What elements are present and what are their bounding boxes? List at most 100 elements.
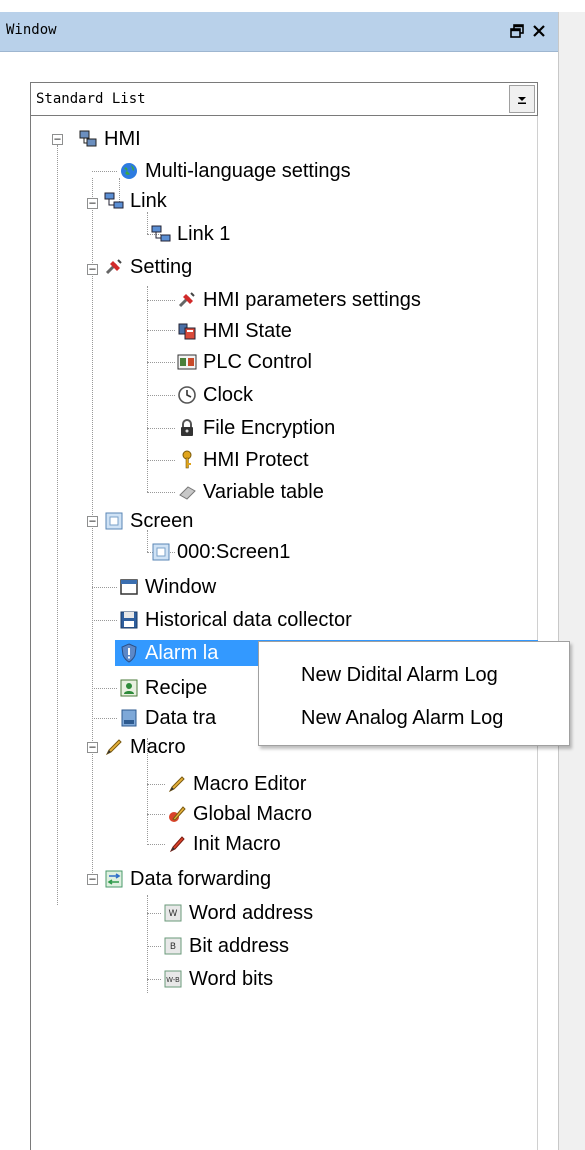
tree-node-bit-address[interactable]: B Bit address: [163, 931, 289, 961]
init-macro-icon: [167, 834, 187, 854]
pencil-icon: [104, 737, 124, 757]
tree-line: [57, 145, 58, 905]
collapse-toggle[interactable]: −: [87, 515, 98, 527]
tree-label: HMI: [104, 127, 141, 150]
key-icon: [177, 450, 197, 470]
window-titlebar: Window: [0, 12, 558, 52]
global-macro-icon: [167, 804, 187, 824]
link-network-icon: [151, 224, 171, 244]
floppy-disk-icon: [119, 610, 139, 630]
tree-node-historical[interactable]: Historical data collector: [119, 605, 352, 635]
window-title: Window: [6, 22, 57, 38]
tree-node-link1[interactable]: Link 1: [151, 219, 230, 249]
recipe-icon: [119, 678, 139, 698]
tree-label: HMI State: [203, 319, 292, 342]
tree-label: Macro: [130, 735, 186, 758]
hmi-network-icon: [78, 129, 98, 149]
tree-label: Variable table: [203, 480, 324, 503]
collapse-toggle[interactable]: −: [87, 197, 98, 209]
restore-window-icon[interactable]: [506, 19, 528, 43]
lock-icon: [177, 418, 197, 438]
hmi-state-icon: [177, 321, 197, 341]
tree-node-data-forwarding[interactable]: Data forwarding: [104, 864, 271, 894]
tree-node-macro-editor[interactable]: Macro Editor: [167, 769, 306, 799]
right-edge-strip: [558, 12, 585, 1150]
tree-node-screen[interactable]: Screen: [104, 506, 193, 536]
tree-line: [147, 814, 165, 815]
tree-label: Link 1: [177, 222, 231, 245]
collapse-toggle[interactable]: −: [52, 133, 63, 145]
chevron-down-icon[interactable]: [509, 85, 535, 113]
tree-node-data-transfer[interactable]: Data tra: [119, 703, 216, 733]
tree-node-init-macro[interactable]: Init Macro: [167, 829, 281, 859]
tree-node-hmi[interactable]: HMI: [78, 124, 141, 154]
tree-node-plc-control[interactable]: PLC Control: [177, 347, 312, 377]
tree-label: PLC Control: [203, 350, 312, 373]
plc-control-icon: [177, 352, 197, 372]
svg-text:W-B: W-B: [166, 976, 180, 984]
collapse-toggle[interactable]: −: [87, 873, 98, 885]
eraser-icon: [177, 482, 197, 502]
tree-node-global-macro[interactable]: Global Macro: [167, 799, 312, 829]
tree-node-window[interactable]: Window: [119, 572, 216, 602]
tree-node-alarm[interactable]: Alarm la: [119, 638, 218, 668]
tree-label: Window: [145, 575, 217, 598]
tree-line: [147, 844, 165, 845]
link-network-icon: [104, 191, 124, 211]
list-type-value: Standard List: [36, 91, 146, 107]
tree-line: [92, 718, 117, 719]
svg-text:W: W: [169, 909, 178, 919]
svg-text:B: B: [170, 942, 176, 952]
list-type-select[interactable]: Standard List: [30, 82, 538, 116]
tree-line: [147, 492, 175, 493]
tree-line: [147, 286, 148, 492]
tree-label: Link: [130, 189, 167, 212]
tree-node-file-encryption[interactable]: File Encryption: [177, 413, 335, 443]
tree-node-hmi-params[interactable]: HMI parameters settings: [177, 285, 421, 315]
tree-label: Screen: [130, 509, 194, 532]
tree-node-multilang[interactable]: Multi-language settings: [119, 156, 351, 186]
menu-item-new-analog-alarm-log[interactable]: New Analog Alarm Log: [301, 707, 503, 730]
tree-label: HMI Protect: [203, 448, 309, 471]
tree-label: Data forwarding: [130, 867, 272, 890]
data-transfer-icon: [119, 708, 139, 728]
tree-label: 000:Screen1: [177, 540, 291, 563]
tree-line: [92, 688, 117, 689]
pencil-icon: [167, 774, 187, 794]
globe-icon: [119, 161, 139, 181]
tree-label: HMI parameters settings: [203, 288, 421, 311]
word-address-icon: W: [163, 903, 183, 923]
tree-label: Setting: [130, 255, 193, 278]
tree-node-screen1[interactable]: 000:Screen1: [151, 537, 290, 567]
tree-line: [147, 946, 161, 947]
tools-icon: [104, 257, 124, 277]
tree-label: Recipe: [145, 676, 208, 699]
tree-node-variable-table[interactable]: Variable table: [177, 477, 324, 507]
tree-label: Global Macro: [193, 802, 312, 825]
tree-node-clock[interactable]: Clock: [177, 380, 253, 410]
tree-node-link[interactable]: Link: [104, 186, 167, 216]
tree-node-word-address[interactable]: W Word address: [163, 898, 313, 928]
tree-label: Alarm la: [145, 641, 219, 664]
tree-line: [147, 362, 175, 363]
window-icon: [119, 577, 139, 597]
data-forwarding-icon: [104, 869, 124, 889]
collapse-toggle[interactable]: −: [87, 741, 98, 753]
tree-node-setting[interactable]: Setting: [104, 252, 192, 282]
tree-node-word-bits[interactable]: W-B Word bits: [163, 964, 273, 994]
word-bits-icon: W-B: [163, 969, 183, 989]
outer-top: [0, 0, 585, 12]
tree-label: Data tra: [145, 706, 217, 729]
tree-node-hmi-protect[interactable]: HMI Protect: [177, 445, 309, 475]
collapse-toggle[interactable]: −: [87, 263, 98, 275]
tree-line: [92, 171, 117, 172]
clock-icon: [177, 385, 197, 405]
tree-line: [147, 300, 175, 301]
tree-node-hmi-state[interactable]: HMI State: [177, 316, 292, 346]
tree-node-recipe[interactable]: Recipe: [119, 673, 207, 703]
tree-line: [147, 395, 175, 396]
close-icon[interactable]: [528, 19, 550, 43]
tree-line: [147, 460, 175, 461]
tree-node-macro[interactable]: Macro: [104, 732, 186, 762]
menu-item-new-digital-alarm-log[interactable]: New Didital Alarm Log: [301, 664, 498, 687]
